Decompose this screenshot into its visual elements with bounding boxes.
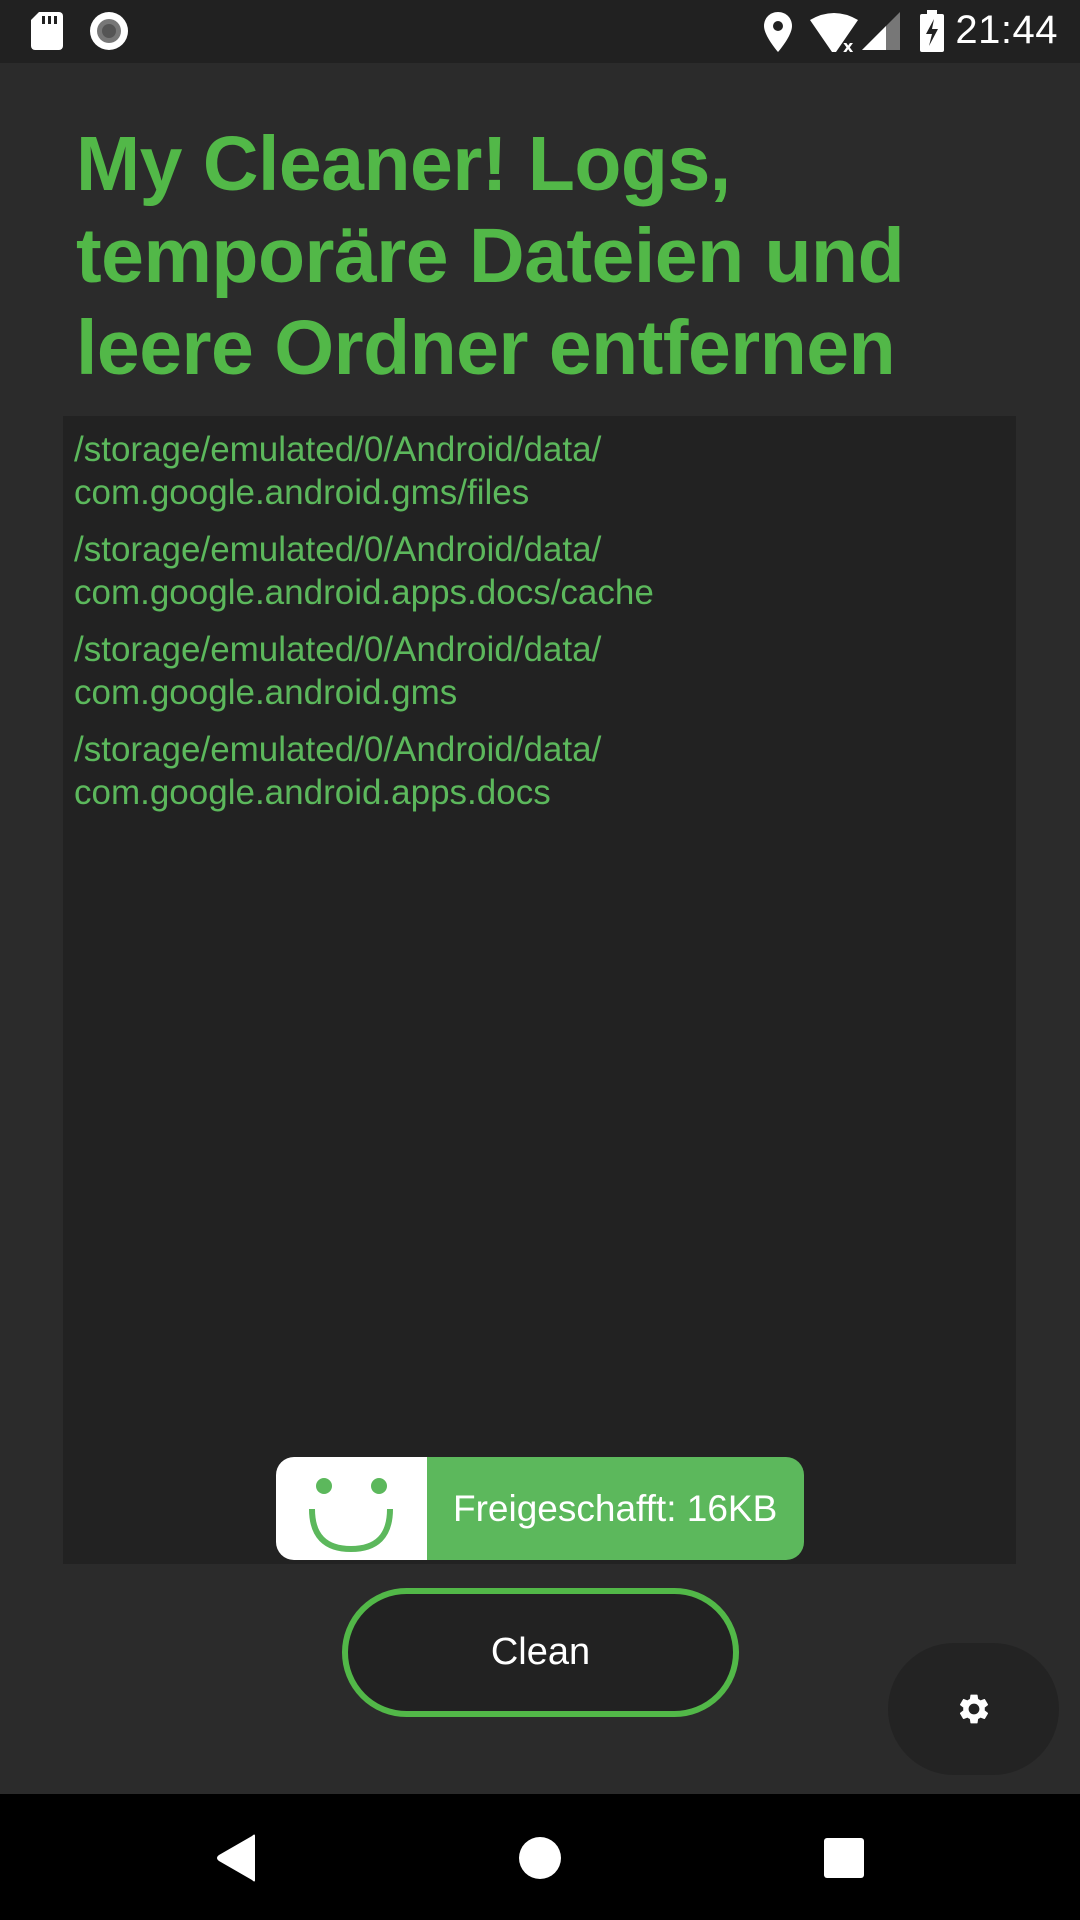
log-list: /storage/emulated/0/Android/data/ com.go…	[63, 416, 1016, 840]
freed-space-toast: Freigeschafft: 16KB	[276, 1457, 804, 1560]
recents-icon	[824, 1838, 864, 1878]
recents-button[interactable]	[812, 1826, 876, 1890]
log-entry-package: com.google.android.apps.docs	[74, 773, 551, 812]
page-title: My Cleaner! Logs, temporäre Dateien und …	[76, 121, 905, 391]
app-content: My Cleaner! Logs, temporäre Dateien und …	[0, 63, 1080, 1794]
gear-icon	[959, 1694, 988, 1724]
battery-charging-icon	[920, 10, 944, 52]
status-time: 21:44	[955, 8, 1058, 52]
signal-icon	[862, 12, 900, 50]
smiley-icon	[276, 1457, 427, 1560]
location-icon	[764, 12, 792, 52]
back-icon	[217, 1834, 255, 1882]
log-entry: /storage/emulated/0/Android/data/ com.go…	[74, 628, 1005, 714]
navigation-bar	[0, 1794, 1080, 1920]
log-entry: /storage/emulated/0/Android/data/ com.go…	[74, 428, 1005, 514]
wifi-off-icon: x	[810, 13, 858, 52]
log-entry-package: com.google.android.apps.docs/cache	[74, 573, 654, 612]
back-button[interactable]	[205, 1826, 269, 1890]
status-bar: x 21:44	[0, 0, 1080, 63]
log-entry-path: /storage/emulated/0/Android/data/	[74, 630, 602, 669]
log-entry: /storage/emulated/0/Android/data/ com.go…	[74, 728, 1005, 814]
home-button[interactable]	[508, 1826, 572, 1890]
home-icon	[519, 1837, 561, 1879]
settings-button[interactable]	[888, 1643, 1059, 1775]
log-entry-package: com.google.android.gms/files	[74, 473, 530, 512]
record-icon	[90, 12, 128, 50]
svg-text:x: x	[843, 37, 854, 52]
freed-space-text: Freigeschafft: 16KB	[427, 1457, 804, 1560]
log-panel[interactable]: /storage/emulated/0/Android/data/ com.go…	[63, 416, 1016, 1564]
sd-card-icon	[31, 12, 63, 50]
log-entry-path: /storage/emulated/0/Android/data/	[74, 530, 602, 569]
log-entry-path: /storage/emulated/0/Android/data/	[74, 430, 602, 469]
log-entry-path: /storage/emulated/0/Android/data/	[74, 730, 602, 769]
clean-button[interactable]: Clean	[342, 1588, 739, 1717]
log-entry: /storage/emulated/0/Android/data/ com.go…	[74, 528, 1005, 614]
log-entry-package: com.google.android.gms	[74, 673, 458, 712]
